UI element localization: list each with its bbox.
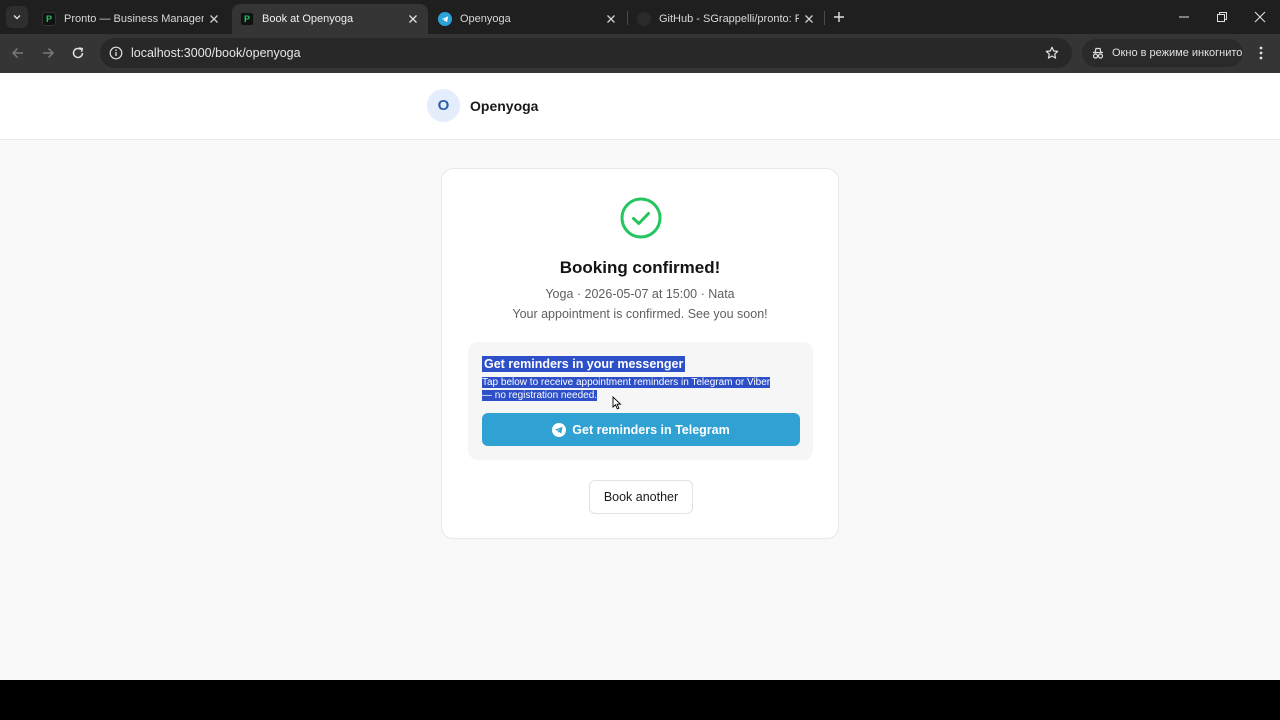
url-text: localhost:3000/book/openyoga: [131, 46, 301, 60]
chevron-down-icon: [13, 15, 21, 20]
tab-title: Openyoga: [460, 13, 511, 25]
telegram-icon: [438, 12, 452, 26]
tab-separator: [824, 11, 825, 25]
minimize-button[interactable]: [1175, 8, 1193, 26]
reminders-panel: Get reminders in your messenger Tap belo…: [468, 342, 813, 460]
tab-title: Pronto — Business Management: [64, 13, 204, 25]
telegram-icon: [552, 422, 567, 437]
tab-pronto[interactable]: P Pronto — Business Management: [34, 4, 229, 34]
confirmation-title: Booking confirmed!: [559, 258, 721, 277]
restore-button[interactable]: [1213, 8, 1231, 26]
mouse-cursor-icon: [612, 396, 622, 410]
page: O Openyoga Booking confirmed! Yoga · 202…: [0, 73, 1280, 680]
check-circle-icon: [620, 197, 662, 239]
close-window-button[interactable]: [1251, 8, 1269, 26]
github-icon: [637, 12, 651, 26]
new-tab-button[interactable]: [830, 8, 848, 26]
tab-book-at-openyoga[interactable]: P Book at Openyoga: [232, 4, 428, 34]
browser-toolbar: localhost:3000/book/openyoga Окно в режи…: [0, 34, 1280, 73]
reminders-description-line: Tap below to receive appointment reminde…: [482, 377, 771, 388]
screen-bottom-bar: [0, 680, 1280, 720]
arrow-right-icon: [43, 47, 55, 59]
confirmation-card: Booking confirmed! Yoga · 2026-05-07 at …: [441, 168, 839, 539]
book-another-button[interactable]: Book another: [589, 480, 693, 514]
close-icon[interactable]: [406, 12, 420, 26]
booking-details: Yoga · 2026-05-07 at 15:00 · Nata: [545, 287, 735, 301]
plus-icon: [834, 12, 844, 22]
tab-openyoga[interactable]: Openyoga: [430, 4, 626, 34]
tab-github[interactable]: GitHub - SGrappelli/pronto: Free: [629, 4, 824, 34]
close-icon: [1254, 11, 1266, 23]
more-vertical-icon: [1259, 46, 1263, 60]
close-icon[interactable]: [207, 12, 221, 26]
back-button[interactable]: [9, 44, 27, 62]
telegram-reminders-button[interactable]: Get reminders in Telegram: [482, 413, 800, 446]
tab-separator: [627, 11, 628, 25]
pronto-p-icon: P: [240, 12, 254, 26]
incognito-icon: [1092, 47, 1104, 59]
close-icon[interactable]: [802, 12, 816, 26]
reminders-description-line: — no registration needed.: [482, 390, 598, 401]
business-name: Openyoga: [470, 98, 539, 114]
reload-icon: [72, 47, 84, 59]
reminders-title: Get reminders in your messenger: [482, 356, 686, 372]
address-bar[interactable]: localhost:3000/book/openyoga: [100, 38, 1072, 68]
tab-title: Book at Openyoga: [262, 13, 354, 25]
telegram-reminders-label: Get reminders in Telegram: [572, 422, 730, 437]
pronto-p-icon: P: [42, 12, 56, 26]
tab-title: GitHub - SGrappelli/pronto: Free: [659, 13, 799, 25]
business-avatar: O: [427, 89, 460, 122]
incognito-indicator[interactable]: Окно в режиме инкогнито: [1082, 39, 1243, 67]
restore-icon: [1217, 12, 1227, 22]
site-info-icon[interactable]: [108, 45, 124, 61]
browser-menu-button[interactable]: [1254, 44, 1268, 62]
tab-search-button[interactable]: [6, 6, 28, 28]
close-icon[interactable]: [604, 12, 618, 26]
confirmation-message: Your appointment is confirmed. See you s…: [512, 307, 768, 321]
site-header: O Openyoga: [0, 73, 1280, 140]
incognito-label: Окно в режиме инкогнито: [1112, 47, 1243, 59]
forward-button[interactable]: [39, 44, 57, 62]
bookmark-star-icon[interactable]: [1044, 45, 1060, 61]
minimize-icon: [1179, 16, 1189, 18]
arrow-left-icon: [11, 47, 23, 59]
reminders-description: Tap below to receive appointment reminde…: [482, 376, 794, 402]
reload-button[interactable]: [69, 44, 87, 62]
browser-tab-bar: P Pronto — Business Management P Book at…: [0, 0, 1280, 34]
